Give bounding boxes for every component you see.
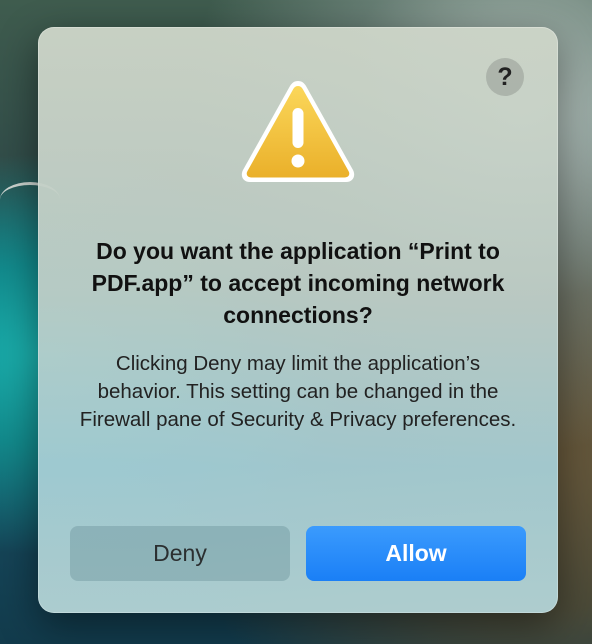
allow-button-label: Allow <box>385 540 447 566</box>
allow-button[interactable]: Allow <box>306 526 526 581</box>
dialog-title: Do you want the application “Print to PD… <box>91 238 505 328</box>
warning-triangle-icon <box>241 81 355 182</box>
deny-button-label: Deny <box>153 540 207 566</box>
question-mark-icon: ? <box>497 62 513 91</box>
dialog-message: Clicking Deny may limit the application’… <box>79 352 517 431</box>
firewall-alert-dialog: ? Do you want the application “Print to … <box>38 27 558 613</box>
help-button[interactable]: ? <box>486 58 524 96</box>
deny-button[interactable]: Deny <box>70 526 290 581</box>
